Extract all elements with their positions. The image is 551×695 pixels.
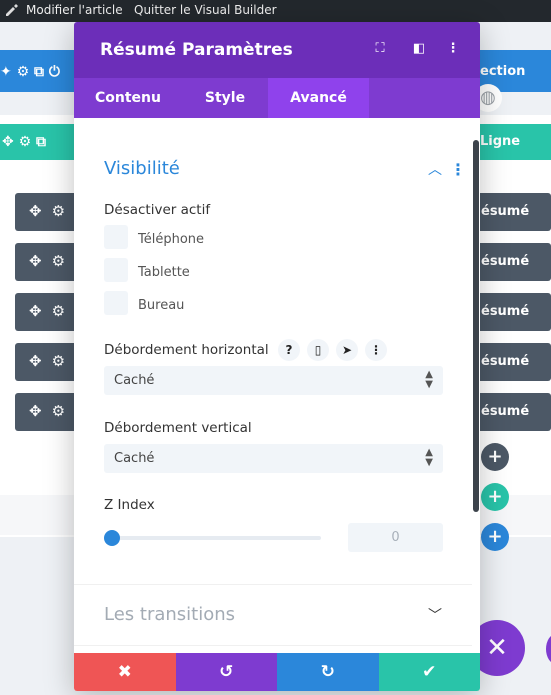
modal-scrollbar[interactable] [473, 140, 479, 512]
move-settings-icons[interactable]: ✥⚙ [29, 202, 75, 220]
module-label: ésumé [481, 254, 530, 269]
phone-checkbox-label[interactable]: Téléphone [138, 232, 204, 247]
desktop-checkbox-label[interactable]: Bureau [138, 298, 184, 313]
z-index-input[interactable]: 0 [348, 523, 443, 552]
undo-icon: ↺ [219, 662, 234, 682]
phone-checkbox[interactable] [104, 225, 128, 249]
overflow-vertical-select[interactable]: Caché ▲ ▼ [104, 444, 443, 473]
transitions-group-title[interactable]: Les transitions [104, 604, 235, 625]
quit-visual-builder-link[interactable]: Quitter le Visual Builder [134, 3, 277, 17]
tab-avance[interactable]: Avancé [268, 78, 369, 118]
edit-pencil-icon [6, 4, 18, 16]
overflow-vertical-value: Caché [114, 451, 155, 466]
overflow-horizontal-value: Caché [114, 373, 155, 388]
move-settings-icons[interactable]: ✥⚙ [29, 302, 75, 320]
hover-cursor-icon[interactable]: ➤ [336, 339, 358, 361]
chevron-down-icon[interactable]: ﹀ [425, 606, 445, 626]
chevron-up-icon[interactable]: ︿ [425, 160, 445, 180]
tablet-checkbox[interactable] [104, 258, 128, 282]
columns-icon[interactable]: ◧ [410, 40, 428, 58]
tablet-checkbox-label[interactable]: Tablette [138, 265, 190, 280]
more-icon[interactable]: ⋮ [444, 40, 462, 58]
z-index-slider-track[interactable] [111, 536, 321, 540]
select-arrows-icon: ▲ ▼ [425, 447, 433, 468]
overflow-vertical-label: Débordement vertical [104, 420, 252, 436]
tab-contenu[interactable]: Contenu [74, 78, 182, 118]
expand-icon[interactable]: ⛶ [371, 40, 389, 58]
admin-bar: Modifier l'article Quitter le Visual Bui… [0, 0, 551, 22]
modal-title: Résumé Paramètres [100, 40, 293, 60]
add-module-button[interactable]: + [481, 443, 509, 471]
save-button[interactable]: ✔ [378, 653, 480, 691]
move-settings-icons[interactable]: ✥⚙ [29, 352, 75, 370]
module-label: ésumé [481, 404, 530, 419]
row-settings-icons[interactable]: ✥ ⚙ ⧉ [2, 134, 46, 150]
add-section-button[interactable]: + [481, 523, 509, 551]
settings-modal: Résumé Paramètres ⛶ ◧ ⋮ Contenu Style Av… [74, 22, 480, 691]
modal-body: Visibilité ︿ ⋮ Désactiver actif Téléphon… [74, 118, 480, 653]
move-settings-icons[interactable]: ✥⚙ [29, 402, 75, 420]
module-label: ésumé [481, 354, 530, 369]
module-label: ésumé [481, 204, 530, 219]
row-label: Ligne [480, 134, 521, 149]
modal-footer: ✖ ↺ ↻ ✔ [74, 653, 480, 691]
check-icon: ✔ [422, 662, 437, 682]
redo-icon: ↻ [320, 662, 335, 682]
undo-button[interactable]: ↺ [175, 653, 277, 691]
z-index-label: Z Index [104, 497, 155, 513]
redo-button[interactable]: ↻ [277, 653, 379, 691]
help-icon[interactable]: ? [278, 339, 300, 361]
modal-header: Résumé Paramètres ⛶ ◧ ⋮ [74, 22, 480, 78]
group-more-icon[interactable]: ⋮ [450, 160, 466, 180]
section-settings-icons[interactable]: ✦ ⚙ ⧉ ⏻ [0, 64, 60, 80]
edit-article-link[interactable]: Modifier l'article [26, 3, 123, 17]
add-row-button[interactable]: + [481, 483, 509, 511]
visibility-group-title[interactable]: Visibilité [104, 158, 180, 179]
group-divider [74, 645, 472, 646]
modal-tabs: Contenu Style Avancé [74, 78, 480, 118]
section-label: ection [480, 64, 526, 79]
group-divider [74, 584, 472, 585]
more-icon[interactable]: ⋮ [365, 339, 387, 361]
close-icon: ✖ [117, 662, 132, 682]
select-arrows-icon: ▲ ▼ [425, 369, 433, 390]
tab-style[interactable]: Style [182, 78, 268, 118]
overflow-horizontal-select[interactable]: Caché ▲ ▼ [104, 366, 443, 395]
move-settings-icons[interactable]: ✥⚙ [29, 252, 75, 270]
phone-icon[interactable]: ▯ [307, 339, 329, 361]
disable-on-label: Désactiver actif [104, 202, 211, 218]
z-index-slider-handle[interactable] [104, 530, 120, 546]
desktop-checkbox[interactable] [104, 291, 128, 315]
overflow-horizontal-label: Débordement horizontal [104, 342, 269, 358]
module-label: ésumé [481, 304, 530, 319]
discard-button[interactable]: ✖ [74, 653, 176, 691]
